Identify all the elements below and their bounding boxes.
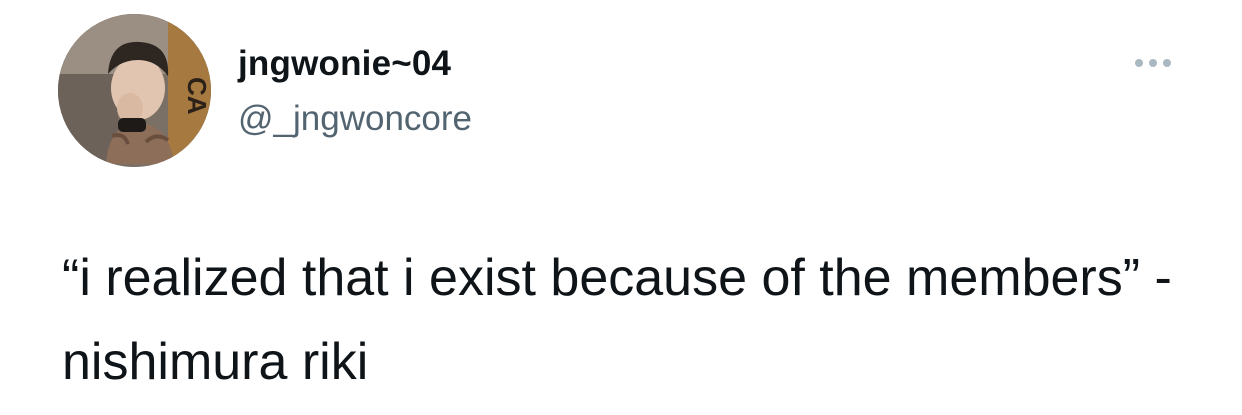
tweet-card: CA jngwonie~04 @_jngwoncore “i realized … xyxy=(0,0,1242,415)
svg-text:CA: CA xyxy=(182,77,211,115)
more-horizontal-icon xyxy=(1135,59,1171,67)
author-handle[interactable]: @_jngwoncore xyxy=(238,99,472,139)
more-options-button[interactable] xyxy=(1128,48,1178,78)
author-display-name[interactable]: jngwonie~04 xyxy=(238,44,451,84)
tweet-text: “i realized that i exist because of the … xyxy=(62,249,1187,391)
profile-photo: CA xyxy=(58,14,211,167)
avatar[interactable]: CA xyxy=(58,14,211,167)
